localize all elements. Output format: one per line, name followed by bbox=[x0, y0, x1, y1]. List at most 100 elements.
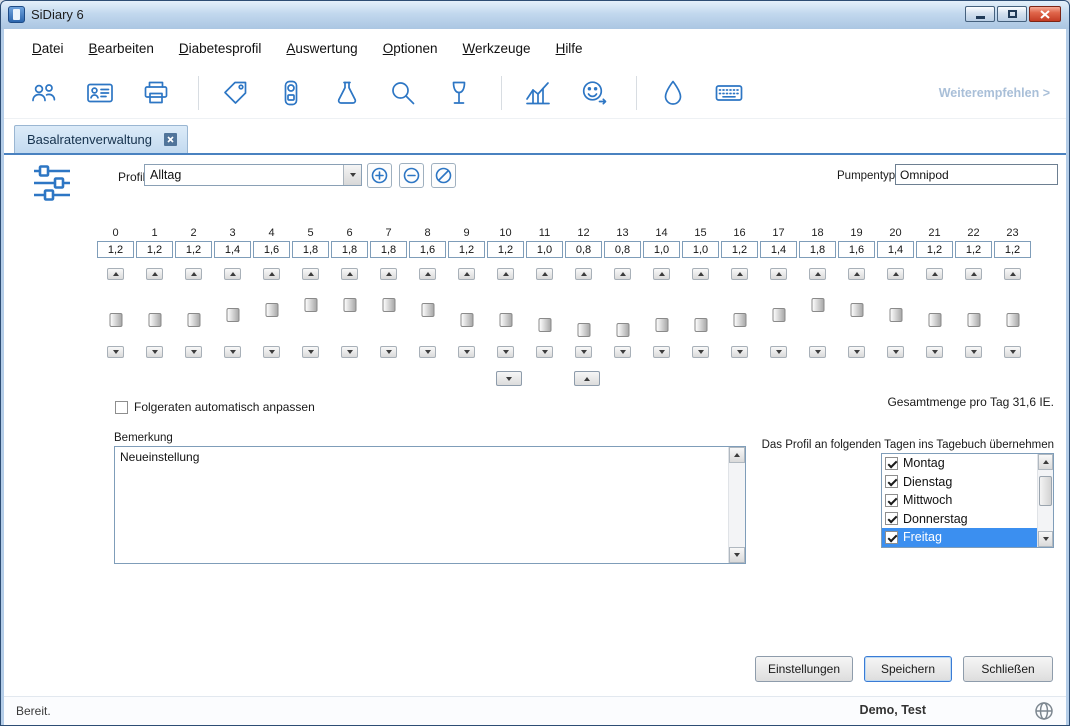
decrease-button[interactable] bbox=[731, 346, 748, 358]
basal-slider-thumb[interactable] bbox=[382, 298, 395, 312]
increase-button[interactable] bbox=[965, 268, 982, 280]
day-checkbox[interactable] bbox=[885, 494, 898, 507]
increase-button[interactable] bbox=[341, 268, 358, 280]
minimize-button[interactable] bbox=[965, 6, 995, 22]
decrease-button[interactable] bbox=[848, 346, 865, 358]
basal-value-box[interactable]: 1,0 bbox=[526, 241, 563, 258]
increase-button[interactable] bbox=[575, 268, 592, 280]
basal-slider-track[interactable] bbox=[993, 282, 1032, 344]
day-row[interactable]: Montag bbox=[882, 454, 1037, 473]
day-checkbox[interactable] bbox=[885, 457, 898, 470]
basal-slider-track[interactable] bbox=[96, 282, 135, 344]
decrease-button[interactable] bbox=[614, 346, 631, 358]
decrease-button[interactable] bbox=[185, 346, 202, 358]
basal-slider-track[interactable] bbox=[681, 282, 720, 344]
increase-button[interactable] bbox=[497, 268, 514, 280]
basal-value-box[interactable]: 1,2 bbox=[721, 241, 758, 258]
increase-button[interactable] bbox=[107, 268, 124, 280]
decrease-button[interactable] bbox=[458, 346, 475, 358]
scroll-track[interactable] bbox=[1038, 470, 1053, 531]
day-checkbox[interactable] bbox=[885, 475, 898, 488]
save-button[interactable]: Speichern bbox=[864, 656, 952, 682]
basal-slider-track[interactable] bbox=[837, 282, 876, 344]
basal-slider-thumb[interactable] bbox=[772, 308, 785, 322]
basal-slider-thumb[interactable] bbox=[733, 313, 746, 327]
decrease-button[interactable] bbox=[770, 346, 787, 358]
toolbar-button-contact-card[interactable] bbox=[82, 75, 118, 111]
decrease-button[interactable] bbox=[380, 346, 397, 358]
toolbar-button-tag[interactable] bbox=[217, 75, 253, 111]
basal-slider-thumb[interactable] bbox=[1006, 313, 1019, 327]
basal-slider-track[interactable] bbox=[525, 282, 564, 344]
basal-slider-track[interactable] bbox=[291, 282, 330, 344]
basal-slider-thumb[interactable] bbox=[811, 298, 824, 312]
increase-button[interactable] bbox=[458, 268, 475, 280]
basal-value-box[interactable]: 1,4 bbox=[760, 241, 797, 258]
increase-button[interactable] bbox=[536, 268, 553, 280]
basal-value-box[interactable]: 1,8 bbox=[292, 241, 329, 258]
basal-slider-thumb[interactable] bbox=[226, 308, 239, 322]
basal-slider-thumb[interactable] bbox=[148, 313, 161, 327]
decrease-button[interactable] bbox=[107, 346, 124, 358]
basal-value-box[interactable]: 1,8 bbox=[331, 241, 368, 258]
menu-item-werkzeuge[interactable]: Werkzeuge bbox=[459, 39, 535, 58]
increase-button[interactable] bbox=[302, 268, 319, 280]
toolbar-button-glass[interactable] bbox=[441, 75, 477, 111]
basal-slider-track[interactable] bbox=[252, 282, 291, 344]
basal-slider-thumb[interactable] bbox=[928, 313, 941, 327]
decrease-button[interactable] bbox=[341, 346, 358, 358]
decrease-button[interactable] bbox=[419, 346, 436, 358]
toolbar-button-keyboard[interactable] bbox=[711, 75, 747, 111]
basal-value-box[interactable]: 1,0 bbox=[682, 241, 719, 258]
basal-value-box[interactable]: 1,2 bbox=[487, 241, 524, 258]
decrease-button[interactable] bbox=[965, 346, 982, 358]
scroll-thumb[interactable] bbox=[1039, 476, 1052, 506]
basal-value-box[interactable]: 1,2 bbox=[97, 241, 134, 258]
toolbar-button-meter[interactable] bbox=[273, 75, 309, 111]
decrease-button[interactable] bbox=[224, 346, 241, 358]
toolbar-button-users[interactable] bbox=[26, 75, 62, 111]
basal-slider-track[interactable] bbox=[369, 282, 408, 344]
basal-slider-track[interactable] bbox=[759, 282, 798, 344]
toolbar-button-statistics[interactable] bbox=[520, 75, 556, 111]
decrease-button[interactable] bbox=[146, 346, 163, 358]
basal-value-box[interactable]: 1,4 bbox=[214, 241, 251, 258]
basal-value-box[interactable]: 0,8 bbox=[565, 241, 602, 258]
title-bar[interactable]: SiDiary 6 bbox=[1, 1, 1069, 29]
increase-button[interactable] bbox=[1004, 268, 1021, 280]
basal-value-box[interactable]: 1,2 bbox=[448, 241, 485, 258]
basal-value-box[interactable]: 1,4 bbox=[877, 241, 914, 258]
day-row[interactable]: Freitag bbox=[882, 528, 1037, 547]
close-window-button[interactable] bbox=[1029, 6, 1061, 22]
remark-textarea[interactable]: Neueinstellung bbox=[114, 446, 746, 564]
pump-type-input[interactable] bbox=[895, 164, 1058, 185]
menu-item-optionen[interactable]: Optionen bbox=[379, 39, 442, 58]
day-checkbox[interactable] bbox=[885, 531, 898, 544]
auto-adjust-checkbox[interactable] bbox=[115, 401, 128, 414]
decrease-button[interactable] bbox=[809, 346, 826, 358]
increase-button[interactable] bbox=[419, 268, 436, 280]
increase-button[interactable] bbox=[653, 268, 670, 280]
basal-value-box[interactable]: 1,0 bbox=[643, 241, 680, 258]
scroll-down-button[interactable] bbox=[729, 547, 745, 563]
basal-slider-thumb[interactable] bbox=[499, 313, 512, 327]
increase-button[interactable] bbox=[263, 268, 280, 280]
recommend-link[interactable]: Weiterempfehlen > bbox=[939, 86, 1050, 100]
toolbar-button-print[interactable] bbox=[138, 75, 174, 111]
basal-value-box[interactable]: 1,2 bbox=[955, 241, 992, 258]
menu-item-diabetesprofil[interactable]: Diabetesprofil bbox=[175, 39, 266, 58]
basal-slider-track[interactable] bbox=[174, 282, 213, 344]
increase-button[interactable] bbox=[770, 268, 787, 280]
scroll-up-button[interactable] bbox=[729, 447, 745, 463]
maximize-button[interactable] bbox=[997, 6, 1027, 22]
toolbar-button-search[interactable] bbox=[385, 75, 421, 111]
decrease-button[interactable] bbox=[302, 346, 319, 358]
increase-button[interactable] bbox=[731, 268, 748, 280]
basal-slider-thumb[interactable] bbox=[538, 318, 551, 332]
basal-value-box[interactable]: 1,6 bbox=[253, 241, 290, 258]
decrease-button[interactable] bbox=[263, 346, 280, 358]
day-row[interactable]: Mittwoch bbox=[882, 491, 1037, 510]
basal-slider-track[interactable] bbox=[447, 282, 486, 344]
basal-slider-track[interactable] bbox=[486, 282, 525, 344]
basal-value-box[interactable]: 1,2 bbox=[916, 241, 953, 258]
